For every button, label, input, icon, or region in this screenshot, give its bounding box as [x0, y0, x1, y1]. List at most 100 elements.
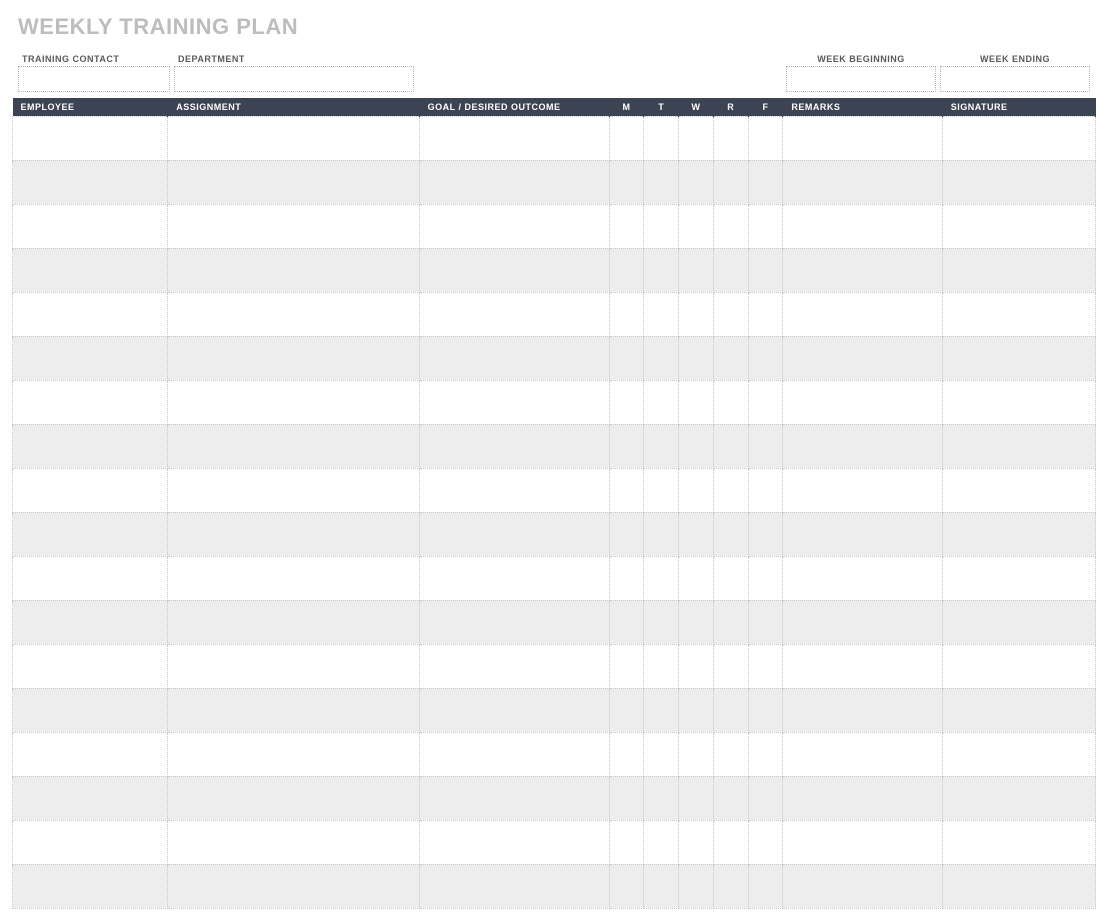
- cell-signature[interactable]: [942, 116, 1095, 160]
- cell-employee[interactable]: [13, 468, 168, 512]
- cell-assignment[interactable]: [168, 160, 419, 204]
- cell-assignment[interactable]: [168, 204, 419, 248]
- cell-signature[interactable]: [942, 864, 1095, 908]
- cell-remarks[interactable]: [783, 380, 942, 424]
- cell-remarks[interactable]: [783, 512, 942, 556]
- cell-m[interactable]: [609, 336, 644, 380]
- cell-goal[interactable]: [419, 248, 609, 292]
- cell-r[interactable]: [713, 292, 748, 336]
- cell-assignment[interactable]: [168, 732, 419, 776]
- cell-remarks[interactable]: [783, 864, 942, 908]
- cell-t[interactable]: [644, 380, 679, 424]
- cell-assignment[interactable]: [168, 688, 419, 732]
- cell-goal[interactable]: [419, 116, 609, 160]
- cell-signature[interactable]: [942, 688, 1095, 732]
- cell-goal[interactable]: [419, 336, 609, 380]
- cell-goal[interactable]: [419, 512, 609, 556]
- cell-m[interactable]: [609, 644, 644, 688]
- cell-remarks[interactable]: [783, 292, 942, 336]
- cell-r[interactable]: [713, 732, 748, 776]
- cell-f[interactable]: [748, 424, 783, 468]
- cell-signature[interactable]: [942, 380, 1095, 424]
- cell-signature[interactable]: [942, 424, 1095, 468]
- cell-f[interactable]: [748, 248, 783, 292]
- cell-f[interactable]: [748, 600, 783, 644]
- cell-r[interactable]: [713, 644, 748, 688]
- cell-w[interactable]: [679, 292, 714, 336]
- cell-f[interactable]: [748, 160, 783, 204]
- cell-assignment[interactable]: [168, 512, 419, 556]
- cell-f[interactable]: [748, 292, 783, 336]
- cell-goal[interactable]: [419, 820, 609, 864]
- cell-t[interactable]: [644, 248, 679, 292]
- cell-r[interactable]: [713, 380, 748, 424]
- cell-employee[interactable]: [13, 424, 168, 468]
- cell-remarks[interactable]: [783, 248, 942, 292]
- cell-f[interactable]: [748, 116, 783, 160]
- cell-f[interactable]: [748, 864, 783, 908]
- cell-r[interactable]: [713, 600, 748, 644]
- cell-remarks[interactable]: [783, 116, 942, 160]
- cell-f[interactable]: [748, 556, 783, 600]
- cell-r[interactable]: [713, 424, 748, 468]
- cell-assignment[interactable]: [168, 424, 419, 468]
- cell-t[interactable]: [644, 292, 679, 336]
- cell-f[interactable]: [748, 468, 783, 512]
- cell-signature[interactable]: [942, 556, 1095, 600]
- cell-signature[interactable]: [942, 292, 1095, 336]
- cell-m[interactable]: [609, 864, 644, 908]
- cell-goal[interactable]: [419, 160, 609, 204]
- cell-t[interactable]: [644, 688, 679, 732]
- cell-m[interactable]: [609, 248, 644, 292]
- cell-r[interactable]: [713, 688, 748, 732]
- cell-w[interactable]: [679, 688, 714, 732]
- cell-w[interactable]: [679, 424, 714, 468]
- cell-goal[interactable]: [419, 424, 609, 468]
- cell-signature[interactable]: [942, 336, 1095, 380]
- cell-assignment[interactable]: [168, 644, 419, 688]
- cell-remarks[interactable]: [783, 424, 942, 468]
- cell-f[interactable]: [748, 688, 783, 732]
- cell-employee[interactable]: [13, 160, 168, 204]
- cell-r[interactable]: [713, 512, 748, 556]
- cell-signature[interactable]: [942, 512, 1095, 556]
- cell-assignment[interactable]: [168, 248, 419, 292]
- cell-m[interactable]: [609, 820, 644, 864]
- cell-employee[interactable]: [13, 864, 168, 908]
- cell-goal[interactable]: [419, 688, 609, 732]
- cell-m[interactable]: [609, 512, 644, 556]
- cell-m[interactable]: [609, 292, 644, 336]
- cell-goal[interactable]: [419, 644, 609, 688]
- cell-t[interactable]: [644, 556, 679, 600]
- cell-employee[interactable]: [13, 644, 168, 688]
- cell-t[interactable]: [644, 732, 679, 776]
- cell-remarks[interactable]: [783, 820, 942, 864]
- cell-signature[interactable]: [942, 600, 1095, 644]
- cell-m[interactable]: [609, 116, 644, 160]
- cell-r[interactable]: [713, 204, 748, 248]
- cell-w[interactable]: [679, 820, 714, 864]
- cell-m[interactable]: [609, 600, 644, 644]
- cell-employee[interactable]: [13, 776, 168, 820]
- cell-employee[interactable]: [13, 820, 168, 864]
- cell-w[interactable]: [679, 336, 714, 380]
- cell-r[interactable]: [713, 776, 748, 820]
- cell-t[interactable]: [644, 600, 679, 644]
- cell-w[interactable]: [679, 864, 714, 908]
- cell-r[interactable]: [713, 160, 748, 204]
- cell-remarks[interactable]: [783, 732, 942, 776]
- cell-remarks[interactable]: [783, 600, 942, 644]
- cell-signature[interactable]: [942, 732, 1095, 776]
- cell-remarks[interactable]: [783, 336, 942, 380]
- training-contact-input[interactable]: [18, 66, 170, 92]
- cell-remarks[interactable]: [783, 776, 942, 820]
- cell-t[interactable]: [644, 512, 679, 556]
- cell-f[interactable]: [748, 512, 783, 556]
- cell-m[interactable]: [609, 732, 644, 776]
- cell-f[interactable]: [748, 644, 783, 688]
- cell-t[interactable]: [644, 864, 679, 908]
- cell-m[interactable]: [609, 776, 644, 820]
- cell-w[interactable]: [679, 732, 714, 776]
- cell-goal[interactable]: [419, 468, 609, 512]
- cell-employee[interactable]: [13, 248, 168, 292]
